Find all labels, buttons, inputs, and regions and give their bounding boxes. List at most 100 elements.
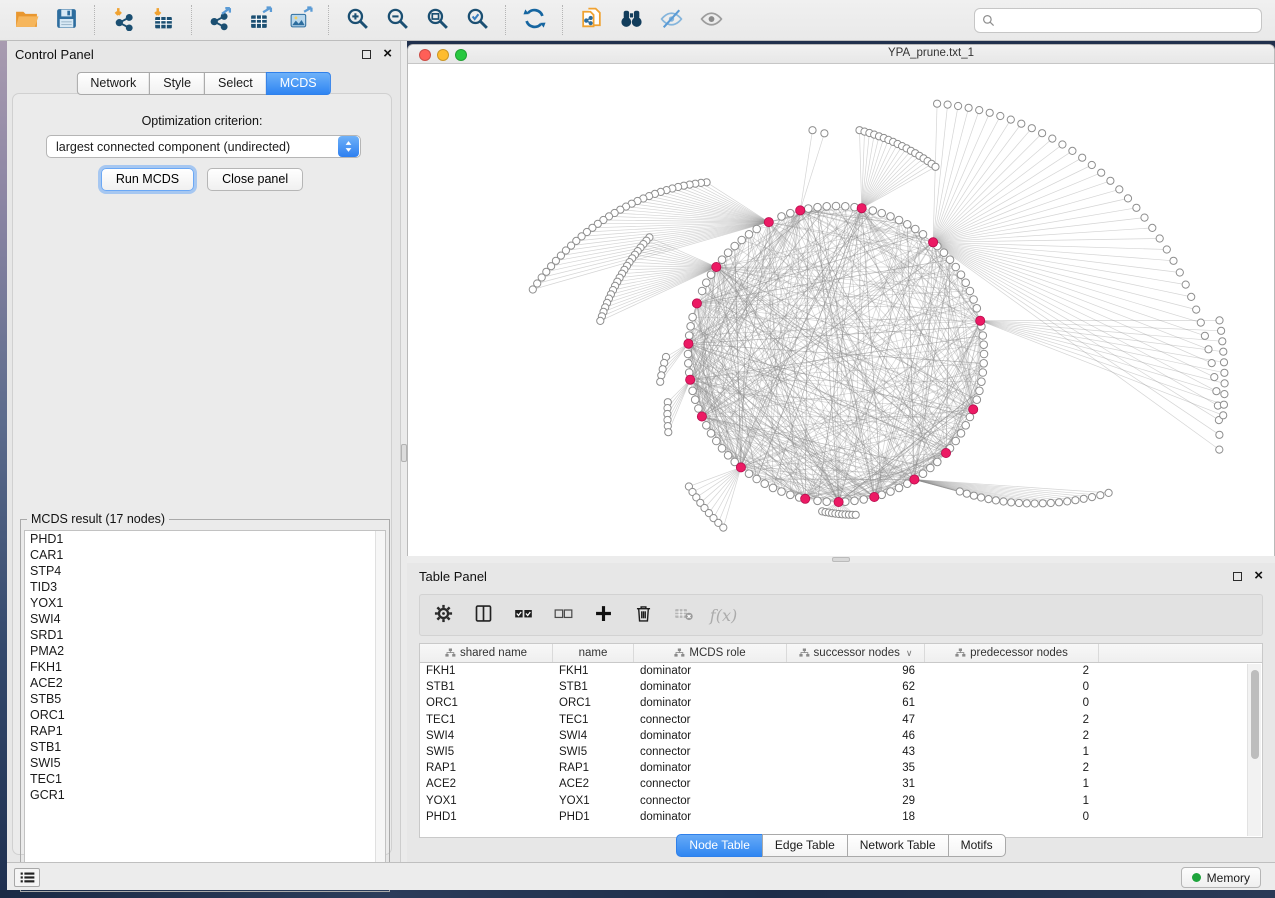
new-network-from-selection-button[interactable] <box>571 3 611 37</box>
table-row[interactable]: PHD1PHD1dominator180 <box>420 809 1262 825</box>
select-all-button[interactable] <box>509 601 538 630</box>
export-image-button[interactable] <box>280 3 320 37</box>
close-table-panel-icon[interactable]: × <box>1254 570 1263 582</box>
mcds-result-item[interactable]: ORC1 <box>25 707 385 723</box>
network-canvas[interactable] <box>408 64 1274 556</box>
cell-name: PHD1 <box>553 811 634 823</box>
mcds-result-item[interactable]: ACE2 <box>25 675 385 691</box>
mcds-result-item[interactable]: FKH1 <box>25 659 385 675</box>
hide-selected-button[interactable] <box>651 3 691 37</box>
zoom-in-icon <box>345 6 370 34</box>
table-row[interactable]: YOX1YOX1connector291 <box>420 793 1262 809</box>
cell-name: FKH1 <box>553 665 634 677</box>
mcds-result-item[interactable]: SWI5 <box>25 755 385 771</box>
zoom-fit-button[interactable] <box>417 3 457 37</box>
find-button[interactable] <box>611 3 651 37</box>
tab-edge-table[interactable]: Edge Table <box>762 834 848 857</box>
deselect-all-button[interactable] <box>549 601 578 630</box>
save-session-button[interactable] <box>46 3 86 37</box>
memory-button[interactable]: Memory <box>1181 867 1261 888</box>
table-row[interactable]: ACE2ACE2connector311 <box>420 776 1262 792</box>
table-panel: Table Panel × f(x) shared namenameMCDS r… <box>407 563 1275 862</box>
table-row[interactable]: FKH1FKH1dominator962 <box>420 663 1262 679</box>
network-window-titlebar[interactable]: YPA_prune.txt_1 <box>408 45 1274 64</box>
import-table-button[interactable] <box>143 3 183 37</box>
table-row[interactable]: SWI5SWI5connector431 <box>420 744 1262 760</box>
mcds-list-scrollbar[interactable] <box>375 531 385 887</box>
zoom-selected-button[interactable] <box>457 3 497 37</box>
close-panel-button[interactable]: Close panel <box>207 168 303 191</box>
open-session-button[interactable] <box>6 3 46 37</box>
mcds-result-item[interactable]: STB5 <box>25 691 385 707</box>
window-minimize-icon[interactable] <box>437 49 449 61</box>
optimization-criterion-select[interactable]: largest connected component (undirected) <box>46 135 361 158</box>
mcds-result-item[interactable]: STP4 <box>25 563 385 579</box>
table-row[interactable]: TEC1TEC1connector472 <box>420 712 1262 728</box>
import-network-button[interactable] <box>103 3 143 37</box>
table-scrollbar-thumb[interactable] <box>1251 670 1259 759</box>
show-columns-button[interactable] <box>469 601 498 630</box>
cell-mcds_role: dominator <box>634 730 787 742</box>
horizontal-splitter[interactable] <box>407 556 1275 563</box>
export-network-button[interactable] <box>200 3 240 37</box>
table-options-button[interactable] <box>429 601 458 630</box>
close-panel-icon[interactable]: × <box>383 48 392 60</box>
cell-successor_nodes: 29 <box>787 795 925 807</box>
mcds-result-item[interactable]: YOX1 <box>25 595 385 611</box>
tab-style[interactable]: Style <box>149 72 205 95</box>
export-network-icon <box>208 6 233 34</box>
mcds-result-item[interactable]: PHD1 <box>25 531 385 547</box>
column-header-successor-nodes[interactable]: successor nodes∨ <box>787 644 925 662</box>
tab-motifs[interactable]: Motifs <box>948 834 1006 857</box>
toolbar-separator <box>562 5 563 35</box>
mcds-result-item[interactable]: PMA2 <box>25 643 385 659</box>
column-header-MCDS-role[interactable]: MCDS role <box>634 644 787 662</box>
import-network-icon <box>111 6 136 34</box>
tab-mcds[interactable]: MCDS <box>266 72 331 95</box>
mcds-result-item[interactable]: CAR1 <box>25 547 385 563</box>
zoom-out-button[interactable] <box>377 3 417 37</box>
tab-network-table[interactable]: Network Table <box>847 834 949 857</box>
mcds-result-item[interactable]: RAP1 <box>25 723 385 739</box>
window-zoom-icon[interactable] <box>455 49 467 61</box>
column-header-shared-name[interactable]: shared name <box>420 644 553 662</box>
refresh-button[interactable] <box>514 3 554 37</box>
node-table: shared namenameMCDS rolesuccessor nodes∨… <box>419 643 1263 838</box>
window-close-icon[interactable] <box>419 49 431 61</box>
network-window: YPA_prune.txt_1 <box>407 44 1275 556</box>
cell-successor_nodes: 61 <box>787 697 925 709</box>
zoom-out-icon <box>385 6 410 34</box>
vertical-splitter[interactable] <box>400 41 407 862</box>
tab-node-table[interactable]: Node Table <box>676 834 763 857</box>
column-header-predecessor-nodes[interactable]: predecessor nodes <box>925 644 1099 662</box>
show-panels-button[interactable] <box>14 868 40 887</box>
run-mcds-button[interactable]: Run MCDS <box>101 168 194 191</box>
column-header-name[interactable]: name <box>553 644 634 662</box>
float-table-panel-icon[interactable] <box>1233 572 1242 581</box>
sort-chevron-icon: ∨ <box>906 648 913 659</box>
mcds-result-item[interactable]: GCR1 <box>25 787 385 803</box>
table-scrollbar[interactable] <box>1247 664 1261 836</box>
delete-column-button[interactable] <box>629 601 658 630</box>
tab-network[interactable]: Network <box>76 72 150 95</box>
mcds-result-item[interactable]: TEC1 <box>25 771 385 787</box>
mcds-result-item[interactable]: SRD1 <box>25 627 385 643</box>
network-visualization[interactable] <box>408 64 1274 556</box>
table-row[interactable]: RAP1RAP1dominator352 <box>420 760 1262 776</box>
table-row[interactable]: STB1STB1dominator620 <box>420 679 1262 695</box>
table-panel-header: Table Panel × <box>407 563 1275 589</box>
cell-name: TEC1 <box>553 714 634 726</box>
table-row[interactable]: SWI4SWI4dominator462 <box>420 728 1262 744</box>
export-table-button[interactable] <box>240 3 280 37</box>
horizontal-splitter-handle[interactable] <box>832 557 850 562</box>
tab-select[interactable]: Select <box>204 72 267 95</box>
mcds-result-item[interactable]: SWI4 <box>25 611 385 627</box>
zoom-in-button[interactable] <box>337 3 377 37</box>
float-panel-icon[interactable] <box>362 50 371 59</box>
add-column-button[interactable] <box>589 601 618 630</box>
table-row[interactable]: ORC1ORC1dominator610 <box>420 695 1262 711</box>
mcds-result-item[interactable]: TID3 <box>25 579 385 595</box>
search-input[interactable] <box>974 8 1262 33</box>
mcds-result-item[interactable]: STB1 <box>25 739 385 755</box>
mcds-result-list[interactable]: PHD1CAR1STP4TID3YOX1SWI4SRD1PMA2FKH1ACE2… <box>24 530 386 888</box>
